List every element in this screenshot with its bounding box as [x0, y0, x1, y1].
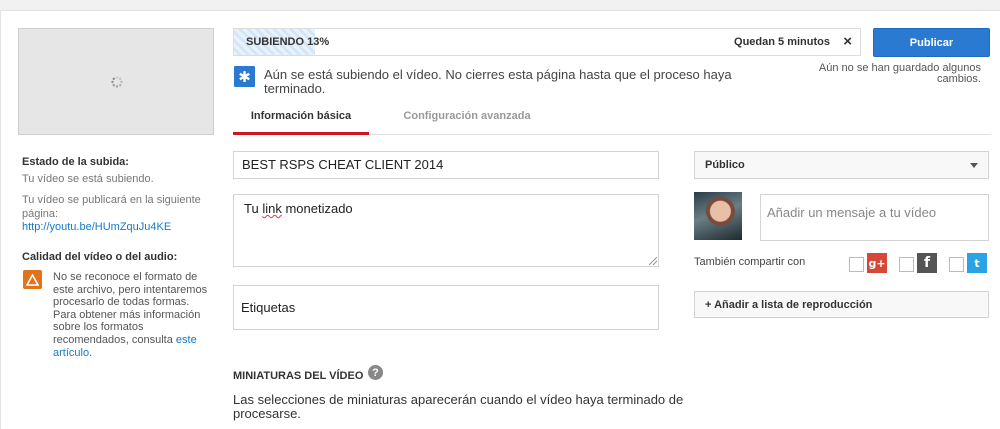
thumbnails-info-text: Las selecciones de miniaturas aparecerán… [233, 392, 684, 421]
chevron-down-icon [970, 163, 978, 168]
description-text-before: Tu [244, 201, 263, 216]
avatar [694, 192, 742, 240]
description-misspelled-word: link [262, 201, 282, 216]
privacy-selected-value: Público [705, 159, 745, 171]
upload-status-text: Tu vídeo se está subiendo. [22, 173, 154, 185]
publish-location-text: Tu vídeo se publicará en la siguiente pá… [22, 194, 201, 220]
video-thumbnail-placeholder [18, 28, 214, 135]
time-remaining: Quedan 5 minutos [734, 36, 830, 48]
facebook-icon: f [917, 253, 937, 273]
tags-input[interactable]: Etiquetas [233, 285, 659, 330]
upload-status-heading: Estado de la subida: [22, 156, 129, 168]
share-also-label: También compartir con [694, 256, 806, 268]
twitter-icon: t [967, 253, 987, 273]
publish-button[interactable]: Publicar [873, 28, 990, 57]
help-question-icon[interactable]: ? [368, 365, 383, 380]
loading-spinner-icon [111, 76, 123, 88]
tab-advanced-settings[interactable]: Configuración avanzada [387, 110, 547, 135]
info-asterisk-icon: ✱ [234, 66, 255, 87]
share-message-input[interactable]: Añadir un mensaje a tu vídeo [760, 194, 989, 241]
unsaved-changes-note: Aún no se han guardado algunos cambios. [818, 62, 981, 85]
privacy-select[interactable]: Público [694, 151, 989, 179]
upload-progress-label: SUBIENDO 13% [246, 36, 330, 48]
quality-warning-end: . [89, 346, 93, 359]
quality-heading: Calidad del vídeo o del audio: [22, 251, 178, 263]
warning-icon [23, 270, 42, 289]
upload-progress-bar: SUBIENDO 13% Quedan 5 minutos × [233, 28, 861, 56]
share-twitter-checkbox[interactable] [949, 257, 964, 272]
share-googleplus-checkbox[interactable] [849, 257, 864, 272]
upload-in-progress-notice: Aún se está subiendo el vídeo. No cierre… [264, 67, 732, 96]
quality-warning-text: No se reconoce el formato de este archiv… [53, 271, 213, 359]
resize-handle[interactable] [649, 257, 657, 265]
description-text-after: monetizado [281, 201, 353, 216]
tab-basic-info[interactable]: Información básica [233, 110, 369, 135]
add-to-playlist-button[interactable]: + Añadir a lista de reproducción [694, 291, 989, 318]
description-textarea[interactable]: Tu link monetizado [233, 194, 659, 267]
title-input[interactable]: BEST RSPS CHEAT CLIENT 2014 [233, 151, 659, 179]
upload-page: Estado de la subida: Tu vídeo se está su… [0, 10, 1000, 429]
thumbnails-heading: MINIATURAS DEL VÍDEO [233, 370, 364, 382]
video-url-link[interactable]: http://youtu.be/HUmZquJu4KE [22, 221, 171, 233]
share-facebook-checkbox[interactable] [899, 257, 914, 272]
cancel-upload-close-icon[interactable]: × [843, 33, 852, 50]
googleplus-icon: g+ [867, 253, 887, 273]
